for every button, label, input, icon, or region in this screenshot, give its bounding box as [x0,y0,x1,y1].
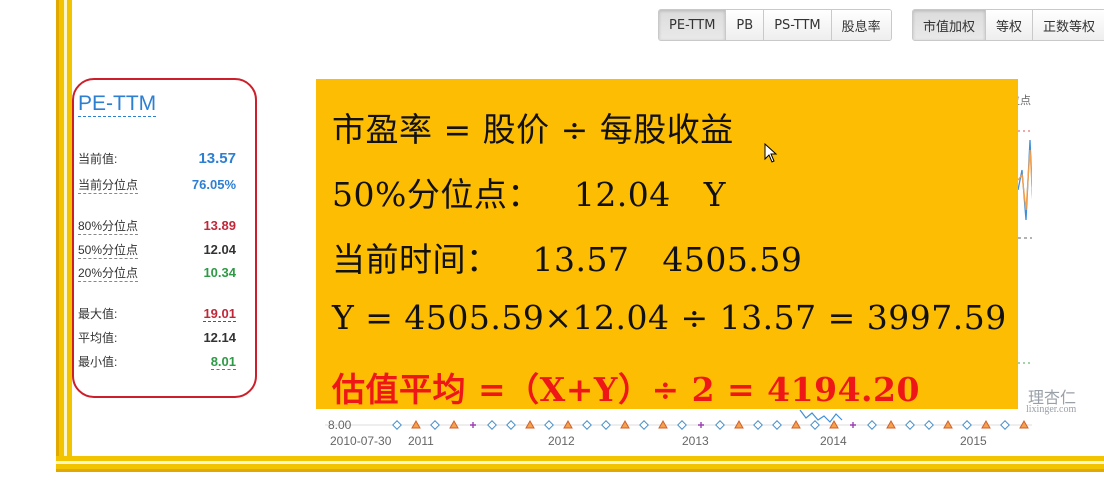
x-label-start: 2010-07-30 [330,434,392,448]
metric-tab-group: PE-TTM PB PS-TTM 股息率 [658,9,892,41]
stat-min-label: 最小值: [78,355,118,369]
formula-y-calculation: Y = 4505.59×12.04 ÷ 13.57 = 3997.59 [332,298,1007,337]
y-axis-min-label: 8.00 [328,418,352,432]
event-marker-diamond[interactable] [1000,420,1010,430]
formula-valuation-average: 估值平均 =（X+Y）÷ 2 = 4194.20 [332,370,920,409]
frame-bottom-border [56,456,1104,472]
pe-series-fragment [799,409,843,423]
x-label-2011: 2011 [408,434,434,448]
mouse-cursor-icon [764,143,778,163]
index-series-line [1017,149,1032,211]
event-marker-diamond[interactable] [639,420,649,430]
stat-p50-label[interactable]: 50%分位点 [78,241,139,259]
stat-p80-label[interactable]: 80%分位点 [78,217,139,235]
pe-series-line [1017,139,1032,221]
event-marker-diamond[interactable] [962,420,972,430]
event-marker-diamond[interactable] [487,420,497,430]
stat-p80: 80%分位点 13.89 [78,217,236,235]
stat-avg: 平均值: 12.14 [78,329,236,346]
tab-pe-ttm[interactable]: PE-TTM [659,10,727,40]
event-marker-diamond[interactable] [392,420,402,430]
stat-p50-value: 12.04 [203,242,236,257]
stat-max-value[interactable]: 19.01 [203,306,236,322]
event-marker-plus[interactable] [698,422,704,428]
weight-tab-group: 市值加权 等权 正数等权 [912,9,1104,41]
event-marker-diamond[interactable] [582,420,592,430]
formula-pe-definition: 市盈率 = 股价 ÷ 每股收益 [332,110,734,149]
stat-min-value[interactable]: 8.01 [210,354,236,370]
stat-p20: 20%分位点 10.34 [78,264,236,282]
event-marker-diamond[interactable] [905,420,915,430]
x-label-2013: 2013 [682,434,709,448]
stat-current-pct-value: 76.05% [191,177,236,192]
formula-overlay: 市盈率 = 股价 ÷ 每股收益 50%分位点： 12.04 Y 当前时间： 13… [316,79,1018,409]
stats-title[interactable]: PE-TTM [78,92,157,117]
stat-p20-value: 10.34 [203,265,236,280]
event-marker-diamond[interactable] [924,420,934,430]
frame-left-border [56,0,72,472]
event-marker-plus[interactable] [470,422,476,428]
x-label-2012: 2012 [548,434,575,448]
tab-positive-equal-weighted[interactable]: 正数等权 [1033,10,1104,40]
tab-pb[interactable]: PB [726,10,765,40]
event-marker-plus[interactable] [850,422,856,428]
tab-equal-weighted[interactable]: 等权 [986,10,1034,40]
event-marker-diamond[interactable] [810,420,820,430]
stat-current: 当前值: 13.57 [78,150,236,167]
stat-current-percentile: 当前分位点 76.05% [78,176,236,194]
stat-current-label: 当前值: [78,152,118,166]
stat-current-pct-label[interactable]: 当前分位点 [78,176,139,194]
formula-p50-line: 50%分位点： 12.04 Y [332,175,727,214]
event-marker-diamond[interactable] [715,420,725,430]
stat-max: 最大值: 19.01 [78,305,236,322]
event-marker-diamond[interactable] [430,420,440,430]
event-marker-diamond[interactable] [677,420,687,430]
stat-p80-value: 13.89 [203,218,236,233]
stat-current-value: 13.57 [198,150,236,167]
event-marker-diamond[interactable] [753,420,763,430]
x-label-2014: 2014 [820,434,847,448]
formula-current-line: 当前时间： 13.57 4505.59 [332,240,803,279]
stat-avg-label: 平均值: [78,331,118,345]
tab-market-cap-weighted[interactable]: 市值加权 [913,10,987,40]
event-marker-diamond[interactable] [544,420,554,430]
x-label-2015: 2015 [960,434,987,448]
event-marker-diamond[interactable] [506,420,516,430]
event-marker-diamond[interactable] [772,420,782,430]
pe-stats-panel: PE-TTM 当前值: 13.57 当前分位点 76.05% 80%分位点 13… [72,78,257,398]
stat-p50: 50%分位点 12.04 [78,241,236,259]
watermark-url: lixinger.com [1026,404,1077,415]
event-marker-diamond[interactable] [867,420,877,430]
stat-avg-value: 12.14 [203,330,236,345]
tab-ps-ttm[interactable]: PS-TTM [764,10,832,40]
stat-min: 最小值: 8.01 [78,353,236,370]
stat-max-label: 最大值: [78,307,118,321]
event-marker-diamond[interactable] [601,420,611,430]
tab-dividend-yield[interactable]: 股息率 [831,10,891,40]
stat-p20-label[interactable]: 20%分位点 [78,264,139,282]
